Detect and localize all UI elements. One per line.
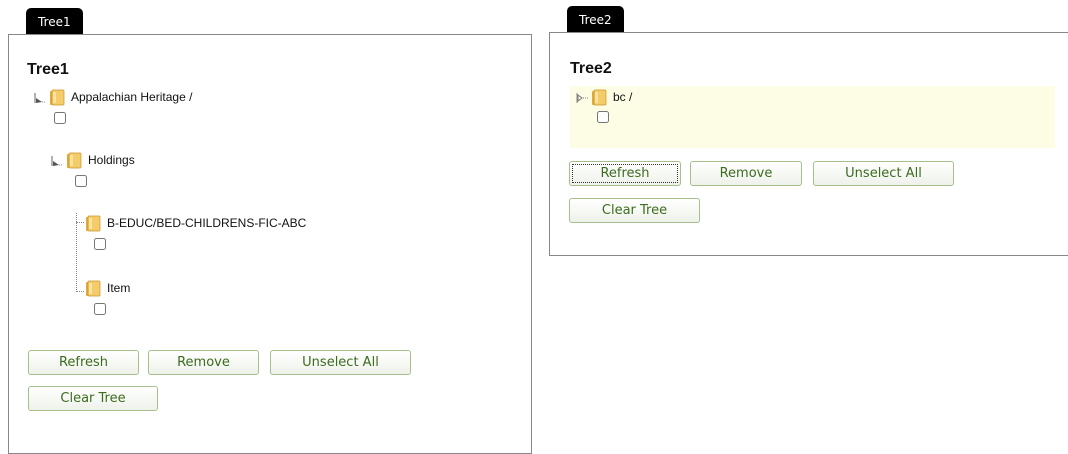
expanded-arrow-icon[interactable] — [50, 154, 64, 168]
remove-button[interactable]: Remove — [690, 161, 802, 186]
folder-icon — [86, 215, 101, 232]
node-checkbox[interactable] — [94, 303, 106, 315]
folder-icon — [592, 89, 607, 106]
tree2-title: Tree2 — [570, 60, 612, 77]
refresh-button[interactable]: Refresh — [28, 350, 139, 375]
refresh-button[interactable]: Refresh — [569, 161, 681, 186]
folder-icon — [67, 152, 82, 169]
tree-node-label[interactable]: bc / — [613, 89, 632, 105]
tree-node-bc[interactable]: bc / — [575, 89, 695, 109]
node-checkbox[interactable] — [75, 175, 87, 187]
tree-node-item[interactable]: Item — [69, 280, 169, 300]
tab-tree1[interactable]: Tree1 — [26, 8, 83, 34]
clear-tree-button[interactable]: Clear Tree — [569, 198, 700, 223]
tree-node-b-educ[interactable]: B-EDUC/BED-CHILDRENS-FIC-ABC — [69, 215, 369, 235]
expanded-arrow-icon[interactable] — [33, 91, 47, 105]
tree-node-label[interactable]: Appalachian Heritage / — [71, 89, 192, 105]
collapsed-arrow-icon[interactable] — [575, 91, 589, 105]
tree1-panel: Tree1 Appalachian Heritage / Holdings B-… — [8, 34, 532, 454]
tree-node-label[interactable]: Holdings — [88, 152, 135, 168]
folder-icon — [86, 280, 101, 297]
tree-node-appalachian-heritage[interactable]: Appalachian Heritage / — [33, 89, 253, 109]
tab-tree2-label: Tree2 — [579, 13, 612, 27]
tree1-title: Tree1 — [27, 61, 69, 78]
folder-icon — [50, 89, 65, 106]
unselect-all-button[interactable]: Unselect All — [270, 350, 411, 375]
tab-tree2[interactable]: Tree2 — [567, 6, 624, 32]
tree-node-label[interactable]: Item — [107, 280, 130, 296]
tab-tree1-label: Tree1 — [38, 15, 71, 29]
unselect-all-button[interactable]: Unselect All — [813, 161, 954, 186]
remove-button[interactable]: Remove — [148, 350, 259, 375]
tree2-panel: Tree2 bc / Refresh Remove Unselect All C… — [549, 32, 1068, 256]
node-checkbox[interactable] — [54, 112, 66, 124]
node-checkbox[interactable] — [597, 111, 609, 123]
node-checkbox[interactable] — [94, 238, 106, 250]
tree-node-label[interactable]: B-EDUC/BED-CHILDRENS-FIC-ABC — [107, 215, 306, 231]
clear-tree-button[interactable]: Clear Tree — [28, 386, 158, 411]
tree-node-holdings[interactable]: Holdings — [50, 152, 170, 172]
